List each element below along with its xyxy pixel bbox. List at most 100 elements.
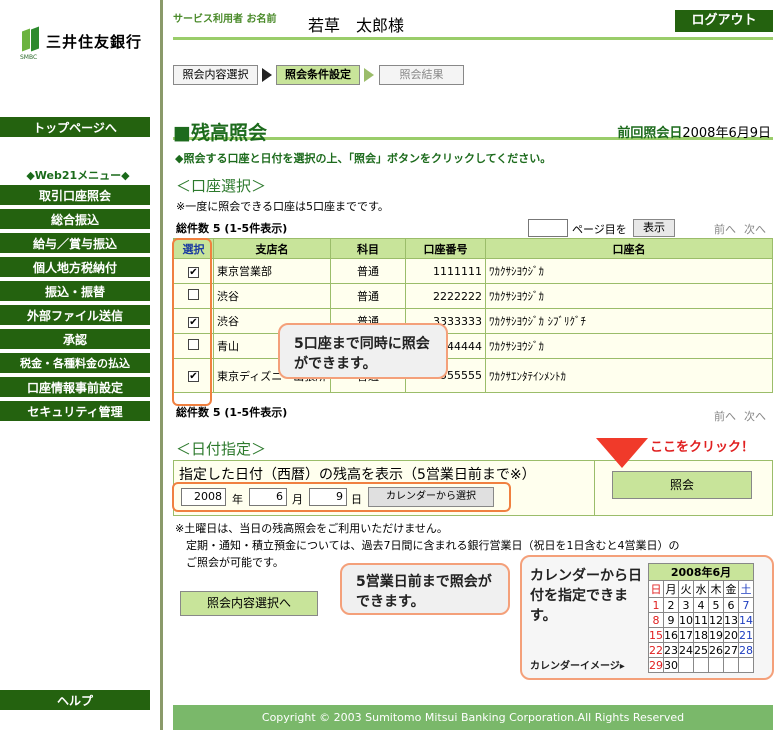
account-name-cell: ﾜｶｸｻｼﾖｳｼﾞｶ xyxy=(485,258,773,284)
date-input-highlight xyxy=(172,482,511,512)
calendar-day[interactable]: 19 xyxy=(708,627,724,643)
calendar-week: 15 16 17 18 19 20 21 xyxy=(648,627,754,643)
five-days-callout: 5営業日前まで照会ができます。 xyxy=(340,563,510,615)
calendar-image-label: カレンダーイメージ▸ xyxy=(530,661,625,672)
calendar-day[interactable] xyxy=(723,657,739,673)
menu-heading: ◆Web21メニュー◆ xyxy=(26,169,130,182)
calendar-day[interactable]: 21 xyxy=(738,627,754,643)
inquiry-submit-button[interactable]: 照会 xyxy=(612,471,752,499)
show-page-button[interactable]: 表示 xyxy=(633,219,675,237)
sidebar-item[interactable]: 口座情報事前設定 xyxy=(0,377,150,399)
account-name-cell: ﾜｶｸｻｼﾖｳｼﾞｶ xyxy=(485,283,773,309)
next-link[interactable]: 次へ xyxy=(744,221,766,237)
calendar-day[interactable]: 3 xyxy=(678,597,694,613)
type-cell: 普通 xyxy=(330,258,406,284)
sidebar-item[interactable]: 税金・各種料金の払込 xyxy=(0,353,150,375)
account-name-cell: ﾜｶｸｻｼﾖｳｼﾞｶ xyxy=(485,333,773,359)
step-set-conditions: 照会条件設定 xyxy=(276,65,360,85)
calendar-day[interactable]: 25 xyxy=(693,642,709,658)
step-arrow-icon xyxy=(262,68,272,82)
calendar-day[interactable]: 2 xyxy=(663,597,679,613)
date-section-heading: ＜日付指定＞ xyxy=(176,440,267,458)
calendar-day[interactable]: 30 xyxy=(663,657,679,673)
sidebar-item[interactable]: 個人地方税納付 xyxy=(0,257,150,279)
calendar-day[interactable]: 8 xyxy=(648,612,664,628)
back-to-select-button[interactable]: 照会内容選択へ xyxy=(180,591,318,616)
total-count-bottom: 総件数 5 (1-5件表示) xyxy=(176,406,288,419)
service-user-label: サービス利用者 お名前 xyxy=(173,14,277,25)
calendar-day[interactable]: 13 xyxy=(723,612,739,628)
sidebar: 三井住友銀行 SMBC トップページへ ◆Web21メニュー◆ 取引口座照会 総合… xyxy=(0,0,163,730)
calendar-day[interactable]: 27 xyxy=(723,642,739,658)
weekday-label: 木 xyxy=(708,580,724,598)
step-select-content: 照会内容選択 xyxy=(173,65,258,85)
calendar-day[interactable] xyxy=(678,657,694,673)
page-number-input[interactable] xyxy=(528,219,568,237)
calendar-day[interactable]: 4 xyxy=(693,597,709,613)
calendar-day[interactable]: 23 xyxy=(663,642,679,658)
calendar-day[interactable]: 5 xyxy=(708,597,724,613)
instructions: ◆照会する口座と日付を選択の上、「照会」ボタンをクリックしてください。 xyxy=(175,152,552,165)
weekday-label: 月 xyxy=(663,580,679,598)
sidebar-item[interactable]: セキュリティ管理 xyxy=(0,401,150,423)
header-divider xyxy=(173,37,773,40)
help-button[interactable]: ヘルプ xyxy=(0,690,150,712)
account-limit-note: ※一度に照会できる口座は5口座までです。 xyxy=(176,200,389,213)
click-here-callout: ここをクリック！ xyxy=(650,440,755,455)
calendar-day[interactable]: 6 xyxy=(723,597,739,613)
deposit-note: 定期・通知・積立預金については、過去7日間に含まれる銀行営業日（祝日を1日含むと… xyxy=(186,539,680,552)
page-suffix-label: ページ目を xyxy=(572,223,627,236)
user-name: 若草 太郎様 xyxy=(308,16,405,35)
saturday-note: ※土曜日は、当日の残高照会をご利用いただけません。 xyxy=(175,522,448,535)
prev-link-bottom[interactable]: 前へ xyxy=(714,408,736,424)
date-label: 指定した日付（西暦）の残高を表示（5営業日前まで※） xyxy=(179,467,536,483)
number-cell: 2222222 xyxy=(405,283,486,309)
select-column-highlight xyxy=(172,238,212,406)
sidebar-item[interactable]: 給与／賞与振込 xyxy=(0,233,150,255)
calendar-day[interactable]: 11 xyxy=(693,612,709,628)
panel-divider xyxy=(594,461,595,515)
calendar-day[interactable]: 1 xyxy=(648,597,664,613)
calendar-day[interactable]: 29 xyxy=(648,657,664,673)
sidebar-item[interactable]: 承認 xyxy=(0,329,150,351)
calendar-day[interactable] xyxy=(693,657,709,673)
table-row: ✔ 東京営業部 普通 1111111 ﾜｶｸｻｼﾖｳｼﾞｶ xyxy=(173,258,773,284)
calendar-day[interactable]: 20 xyxy=(723,627,739,643)
calendar-day[interactable]: 12 xyxy=(708,612,724,628)
calendar-day[interactable]: 16 xyxy=(663,627,679,643)
calendar-preview: 2008年6月 日月火水木金土 1 2 3 4 5 6 7 8 9 10 11 12 13 14 15 16 1… xyxy=(648,563,754,673)
sidebar-item[interactable]: 外部ファイル送信 xyxy=(0,305,150,327)
calendar-day[interactable]: 15 xyxy=(648,627,664,643)
calendar-day[interactable]: 18 xyxy=(693,627,709,643)
number-cell: 1111111 xyxy=(405,258,486,284)
calendar-day[interactable] xyxy=(738,657,754,673)
calendar-day[interactable]: 7 xyxy=(738,597,754,613)
top-page-button[interactable]: トップページへ xyxy=(0,117,150,139)
calendar-day[interactable]: 14 xyxy=(738,612,754,628)
table-row: ✔東京ディズニー出張所普通5555555ﾜｶｸｻｴﾝﾀﾃｲﾝﾒﾝﾄｶ xyxy=(173,358,773,393)
total-count: 総件数 5 (1-5件表示) xyxy=(176,222,288,235)
calendar-day[interactable]: 17 xyxy=(678,627,694,643)
calendar-day[interactable]: 10 xyxy=(678,612,694,628)
type-cell: 普通 xyxy=(330,283,406,309)
sidebar-item[interactable]: 総合振込 xyxy=(0,209,150,231)
table-row: 渋谷 普通 2222222 ﾜｶｸｻｼﾖｳｼﾞｶ xyxy=(173,283,773,309)
account-section-heading: ＜口座選択＞ xyxy=(176,177,267,195)
weekday-label: 土 xyxy=(738,580,754,598)
calendar-day[interactable]: 24 xyxy=(678,642,694,658)
calendar-title: 2008年6月 xyxy=(648,563,754,581)
calendar-day[interactable] xyxy=(708,657,724,673)
sidebar-item[interactable]: 振込・振替 xyxy=(0,281,150,303)
calendar-day[interactable]: 26 xyxy=(708,642,724,658)
step-results: 照会結果 xyxy=(379,65,464,85)
calendar-day[interactable]: 22 xyxy=(648,642,664,658)
column-number: 口座番号 xyxy=(405,238,486,259)
logout-button[interactable]: ログアウト xyxy=(675,10,773,32)
calendar-day[interactable]: 28 xyxy=(738,642,754,658)
prev-link[interactable]: 前へ xyxy=(714,221,736,237)
calendar-day[interactable]: 9 xyxy=(663,612,679,628)
table-row: ✔ 渋谷 普通 3333333 ﾜｶｸｻｼﾖｳｼﾞｶ ｼﾌﾞﾘｸﾞﾁ xyxy=(173,308,773,334)
branch-cell: 東京営業部 xyxy=(213,258,331,284)
next-link-bottom[interactable]: 次へ xyxy=(744,408,766,424)
sidebar-item[interactable]: 取引口座照会 xyxy=(0,185,150,207)
